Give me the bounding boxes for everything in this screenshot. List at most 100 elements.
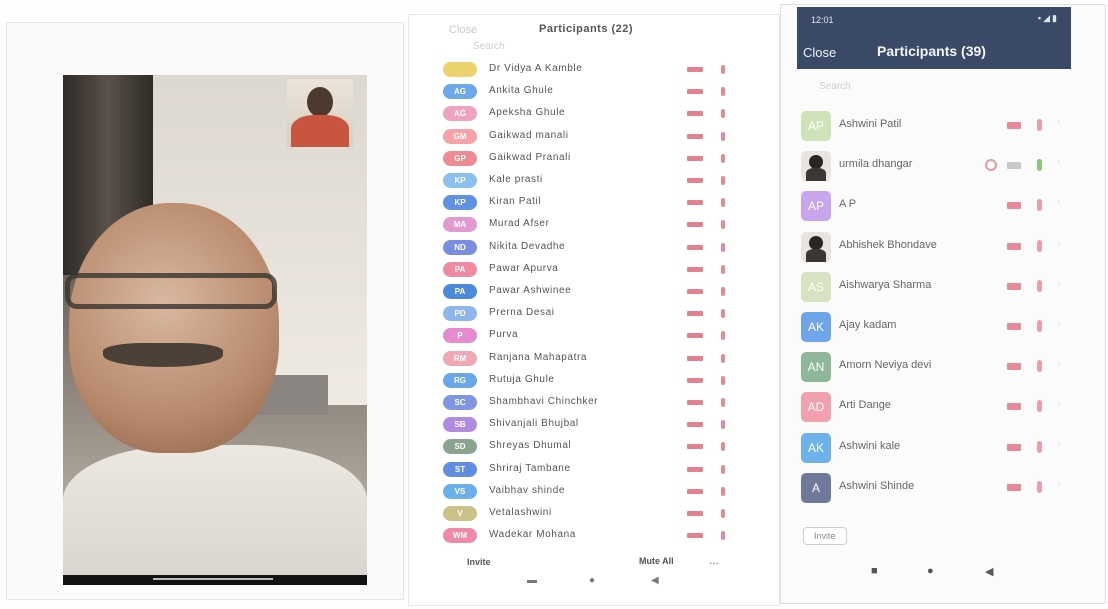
invite-button[interactable]: Invite xyxy=(803,527,847,545)
video-off-icon[interactable] xyxy=(1007,363,1021,371)
mic-muted-icon[interactable] xyxy=(721,353,725,363)
participant-row[interactable]: SD Shreyas Dhumal xyxy=(443,436,773,458)
video-off-icon[interactable] xyxy=(687,377,703,383)
mic-icon[interactable] xyxy=(1037,440,1042,453)
recent-apps-icon[interactable]: ▬ xyxy=(527,575,537,586)
chevron-right-icon[interactable]: › xyxy=(1057,197,1060,208)
back-icon[interactable]: ◀ xyxy=(985,565,993,578)
participant-row[interactable]: RM Ranjana Mahapatra xyxy=(443,348,773,370)
participant-row[interactable]: P Purva xyxy=(443,325,773,347)
participant-row[interactable]: PA Pawar Apurva xyxy=(443,259,773,281)
participant-row[interactable]: PD Prerna Desai xyxy=(443,303,773,325)
participant-row[interactable]: GP Gaikwad Pranali xyxy=(443,148,773,170)
video-off-icon[interactable] xyxy=(687,289,703,294)
mic-muted-icon[interactable] xyxy=(721,531,725,541)
more-options-button[interactable]: ... xyxy=(709,553,719,567)
mic-muted-icon[interactable] xyxy=(721,420,725,430)
video-off-icon[interactable] xyxy=(1007,323,1021,330)
mic-icon[interactable] xyxy=(1037,119,1042,131)
participant-row[interactable]: GM Gaikwad manali xyxy=(443,126,773,148)
participant-row[interactable]: SB Shivanjali Bhujbal xyxy=(443,414,773,436)
video-off-icon[interactable] xyxy=(687,355,703,361)
participant-row[interactable]: MA Murad Afser xyxy=(443,214,773,236)
mic-muted-icon[interactable] xyxy=(721,486,725,496)
chevron-right-icon[interactable]: › xyxy=(1057,479,1060,490)
participant-row[interactable]: KP Kale prasti xyxy=(443,170,773,192)
self-view-thumbnail[interactable] xyxy=(287,79,353,147)
participant-row[interactable]: ST Shriraj Tambane xyxy=(443,459,773,481)
search-input[interactable]: Search xyxy=(473,41,505,52)
video-off-icon[interactable] xyxy=(687,533,703,539)
close-button[interactable]: Close xyxy=(803,45,836,60)
mic-muted-icon[interactable] xyxy=(721,375,725,385)
participant-row[interactable]: AK Ajay kadam › xyxy=(801,310,1101,344)
mic-muted-icon[interactable] xyxy=(721,131,725,141)
video-off-icon[interactable] xyxy=(687,67,703,72)
participant-row[interactable]: WM Wadekar Mohana xyxy=(443,525,773,547)
video-off-icon[interactable] xyxy=(687,111,703,117)
participant-row[interactable]: VS Vaibhav shinde xyxy=(443,481,773,503)
participant-row[interactable]: AP A P › xyxy=(801,189,1101,223)
video-off-icon[interactable] xyxy=(687,311,703,317)
home-icon[interactable]: ● xyxy=(589,575,595,586)
video-off-icon[interactable] xyxy=(687,444,703,450)
mic-muted-icon[interactable] xyxy=(721,242,725,252)
participant-row[interactable]: urmila dhangar › xyxy=(801,149,1101,183)
search-input[interactable]: Search xyxy=(819,81,851,92)
video-off-icon[interactable] xyxy=(687,89,703,95)
mic-icon[interactable] xyxy=(1037,400,1042,413)
mic-icon[interactable] xyxy=(1037,480,1042,493)
mic-muted-icon[interactable] xyxy=(721,398,725,407)
video-off-icon[interactable] xyxy=(687,266,703,272)
chevron-right-icon[interactable]: › xyxy=(1057,358,1060,369)
video-off-icon[interactable] xyxy=(687,222,703,228)
mic-muted-icon[interactable] xyxy=(721,287,725,296)
participant-row[interactable]: AP Ashwini Patil › xyxy=(801,109,1101,143)
mic-muted-icon[interactable] xyxy=(721,264,725,274)
video-off-icon[interactable] xyxy=(687,511,703,516)
mic-muted-icon[interactable] xyxy=(721,464,725,474)
mic-muted-icon[interactable] xyxy=(721,220,725,230)
main-video-feed[interactable] xyxy=(63,75,367,583)
video-off-icon[interactable] xyxy=(687,422,703,428)
mic-icon[interactable] xyxy=(1037,360,1042,373)
close-button[interactable]: Close xyxy=(449,24,477,36)
mic-icon[interactable] xyxy=(1037,320,1042,332)
participant-row[interactable]: AK Ashwini kale › xyxy=(801,431,1101,465)
participant-row[interactable]: AN Amorn Neviya devi › xyxy=(801,350,1101,384)
video-off-icon[interactable] xyxy=(687,133,703,139)
mic-muted-icon[interactable] xyxy=(721,87,725,97)
participant-row[interactable]: KP Kiran Patil xyxy=(443,192,773,214)
video-off-icon[interactable] xyxy=(1007,162,1021,170)
video-off-icon[interactable] xyxy=(687,333,703,339)
mic-muted-icon[interactable] xyxy=(721,509,725,518)
home-icon[interactable]: ● xyxy=(927,565,934,577)
video-off-icon[interactable] xyxy=(1007,443,1021,451)
participant-row[interactable]: Dr Vidya A Kamble xyxy=(443,59,773,81)
participant-row[interactable]: ND Nikita Devadhe xyxy=(443,237,773,259)
chevron-right-icon[interactable]: › xyxy=(1057,157,1060,168)
mic-icon[interactable] xyxy=(1037,279,1042,292)
participant-row[interactable]: A Ashwini Shinde › xyxy=(801,471,1101,505)
chevron-right-icon[interactable]: › xyxy=(1057,318,1060,329)
video-off-icon[interactable] xyxy=(1007,282,1021,290)
chevron-right-icon[interactable]: › xyxy=(1057,238,1060,249)
mic-muted-icon[interactable] xyxy=(721,153,725,163)
chevron-right-icon[interactable]: › xyxy=(1057,439,1060,450)
video-off-icon[interactable] xyxy=(1007,403,1021,411)
mute-all-button[interactable]: Mute All xyxy=(639,556,674,566)
chevron-right-icon[interactable]: › xyxy=(1057,278,1060,289)
participant-row[interactable]: AD Arti Dange › xyxy=(801,390,1101,424)
participant-row[interactable]: RG Rutuja Ghule xyxy=(443,370,773,392)
participant-row[interactable]: Abhishek Bhondave › xyxy=(801,230,1101,264)
chevron-right-icon[interactable]: › xyxy=(1057,117,1060,128)
video-off-icon[interactable] xyxy=(1007,242,1021,250)
participant-row[interactable]: V Vetalashwini xyxy=(443,503,773,525)
video-off-icon[interactable] xyxy=(687,400,703,405)
video-off-icon[interactable] xyxy=(1007,483,1021,491)
video-off-icon[interactable] xyxy=(687,466,703,472)
mic-muted-icon[interactable] xyxy=(721,331,725,341)
video-off-icon[interactable] xyxy=(687,244,703,250)
mic-icon[interactable] xyxy=(1037,159,1042,172)
participant-row[interactable]: PA Pawar Ashwinee xyxy=(443,281,773,303)
